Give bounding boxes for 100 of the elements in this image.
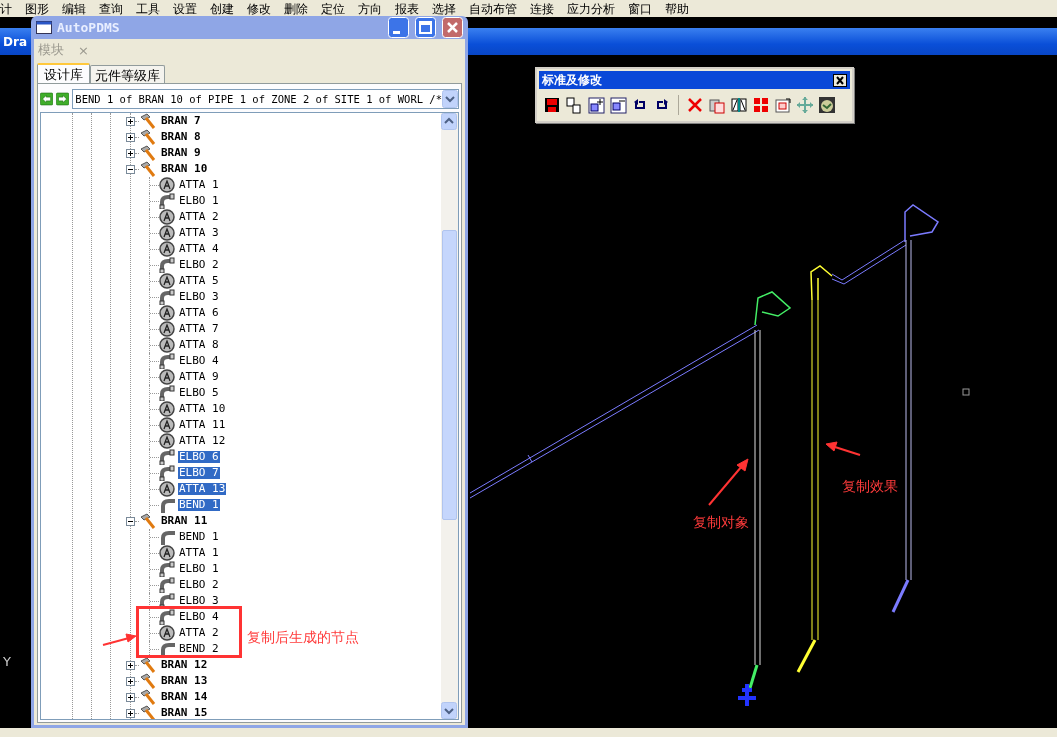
tree-item[interactable]: ELBO 4 — [178, 611, 220, 623]
circle-icon — [159, 369, 175, 385]
expand-icon[interactable] — [126, 692, 135, 702]
tree-item[interactable]: ATTA 11 — [178, 419, 227, 431]
scroll-up-button[interactable] — [441, 113, 457, 130]
hammer-icon — [139, 689, 157, 705]
menu-item[interactable]: 查询 — [99, 1, 123, 16]
tree-item[interactable]: ATTA 1 — [178, 547, 220, 559]
tree-item[interactable]: ELBO 7 — [178, 467, 220, 479]
menu-item[interactable]: 窗口 — [628, 1, 652, 16]
tree-item[interactable]: ATTA 9 — [178, 371, 220, 383]
menu-item[interactable]: 设置 — [173, 1, 197, 16]
tree-item[interactable]: BRAN 12 — [160, 659, 209, 671]
hammer-icon — [139, 513, 157, 529]
menu-item[interactable]: 定位 — [321, 1, 345, 16]
expand-icon[interactable] — [126, 660, 135, 670]
elbow-icon — [159, 289, 175, 305]
remove-frame-icon[interactable] — [609, 96, 627, 114]
tree-item[interactable]: ATTA 2 — [178, 627, 220, 639]
annotation-text: 复制对象 — [693, 514, 749, 532]
maximize-button[interactable] — [415, 17, 436, 38]
expand-icon[interactable] — [126, 708, 135, 718]
delete-icon[interactable] — [686, 96, 704, 114]
tree-item[interactable]: ELBO 6 — [178, 451, 220, 463]
tree-item[interactable]: ELBO 2 — [178, 259, 220, 271]
tree-item[interactable]: BRAN 8 — [160, 131, 202, 143]
copy-pages-icon[interactable] — [708, 96, 726, 114]
menu-item[interactable]: 编辑 — [62, 1, 86, 16]
menu-item[interactable]: 报表 — [395, 1, 419, 16]
tree-item[interactable]: ELBO 1 — [178, 563, 220, 575]
circle-icon — [159, 337, 175, 353]
add-frame-icon[interactable] — [587, 96, 605, 114]
tree-item[interactable]: BRAN 11 — [160, 515, 209, 527]
circle-icon — [159, 481, 175, 497]
save-icon[interactable] — [543, 96, 561, 114]
menu-item[interactable]: 删除 — [284, 1, 308, 16]
tree-item[interactable]: ELBO 1 — [178, 195, 220, 207]
scroll-down-button[interactable] — [441, 702, 457, 719]
tree-item[interactable]: ELBO 3 — [178, 291, 220, 303]
tree-item[interactable]: BEND 2 — [178, 643, 220, 655]
annotation-arrow — [825, 441, 861, 456]
tree-item[interactable]: ELBO 3 — [178, 595, 220, 607]
swap-icon[interactable] — [730, 96, 748, 114]
tree-item[interactable]: ATTA 1 — [178, 179, 220, 191]
menu-item[interactable]: 帮助 — [665, 1, 689, 16]
hammer-icon — [139, 705, 157, 719]
menu-item[interactable]: 图形 — [25, 1, 49, 16]
hammer-icon — [139, 161, 157, 177]
tree-item[interactable]: ATTA 10 — [178, 403, 227, 415]
elbow-icon — [159, 193, 175, 209]
tree-item[interactable]: ELBO 2 — [178, 579, 220, 591]
menu-item[interactable]: 自动布管 — [469, 1, 517, 16]
tree-item[interactable]: ATTA 8 — [178, 339, 220, 351]
copy-icon[interactable] — [565, 96, 583, 114]
tree-item[interactable]: ATTA 12 — [178, 435, 227, 447]
path-dropdown[interactable]: BEND 1 of BRAN 10 of PIPE 1 of ZONE 2 of SITE 1 of WORL /* — [72, 89, 459, 109]
tab[interactable]: 设计库 — [37, 63, 90, 83]
menu-item[interactable]: 修改 — [247, 1, 271, 16]
menu-item[interactable]: 创建 — [210, 1, 234, 16]
tree-item[interactable]: BRAN 10 — [160, 163, 209, 175]
menu-item[interactable]: 计 — [0, 1, 12, 16]
tree-item[interactable]: ATTA 13 — [178, 483, 227, 495]
tree-item[interactable]: ATTA 7 — [178, 323, 220, 335]
expand-icon[interactable] — [126, 116, 135, 126]
expand-icon[interactable] — [126, 676, 135, 686]
tree-item[interactable]: BRAN 7 — [160, 115, 202, 127]
scroll-thumb[interactable] — [442, 230, 457, 520]
tab[interactable]: 元件等级库 — [90, 65, 165, 83]
tree-item[interactable]: ATTA 5 — [178, 275, 220, 287]
collapse-icon[interactable] — [126, 516, 135, 526]
menu-item[interactable]: 连接 — [530, 1, 554, 16]
tree-item[interactable]: ATTA 6 — [178, 307, 220, 319]
tree-item[interactable]: ELBO 4 — [178, 355, 220, 367]
tree-item[interactable]: BRAN 13 — [160, 675, 209, 687]
tree-item[interactable]: BEND 1 — [178, 499, 220, 511]
scrollbar[interactable] — [441, 113, 458, 719]
tree-item[interactable]: BEND 1 — [178, 531, 220, 543]
rotate-doc-icon[interactable] — [774, 96, 792, 114]
collapse-icon[interactable] — [126, 164, 135, 174]
grid-icon[interactable] — [752, 96, 770, 114]
menu-item[interactable]: 应力分析 — [567, 1, 615, 16]
tree-item[interactable]: ATTA 3 — [178, 227, 220, 239]
circle-icon — [159, 545, 175, 561]
minimize-button[interactable] — [388, 17, 409, 38]
menu-item[interactable]: 选择 — [432, 1, 456, 16]
menu-item[interactable]: 工具 — [136, 1, 160, 16]
menu-item[interactable]: 方向 — [358, 1, 382, 16]
tree-item[interactable]: ELBO 5 — [178, 387, 220, 399]
circle-icon — [159, 305, 175, 321]
axis-label: Y — [3, 654, 11, 669]
close-icon[interactable] — [833, 73, 847, 87]
tree-item[interactable]: ATTA 4 — [178, 243, 220, 255]
tree-item[interactable]: BRAN 9 — [160, 147, 202, 159]
tree-item[interactable]: ATTA 2 — [178, 211, 220, 223]
tree-item[interactable]: BRAN 14 — [160, 691, 209, 703]
bend-icon — [159, 529, 175, 545]
expand-icon[interactable] — [126, 132, 135, 142]
expand-icon[interactable] — [126, 148, 135, 158]
tree-item[interactable]: BRAN 15 — [160, 707, 209, 719]
close-button[interactable] — [442, 17, 463, 38]
